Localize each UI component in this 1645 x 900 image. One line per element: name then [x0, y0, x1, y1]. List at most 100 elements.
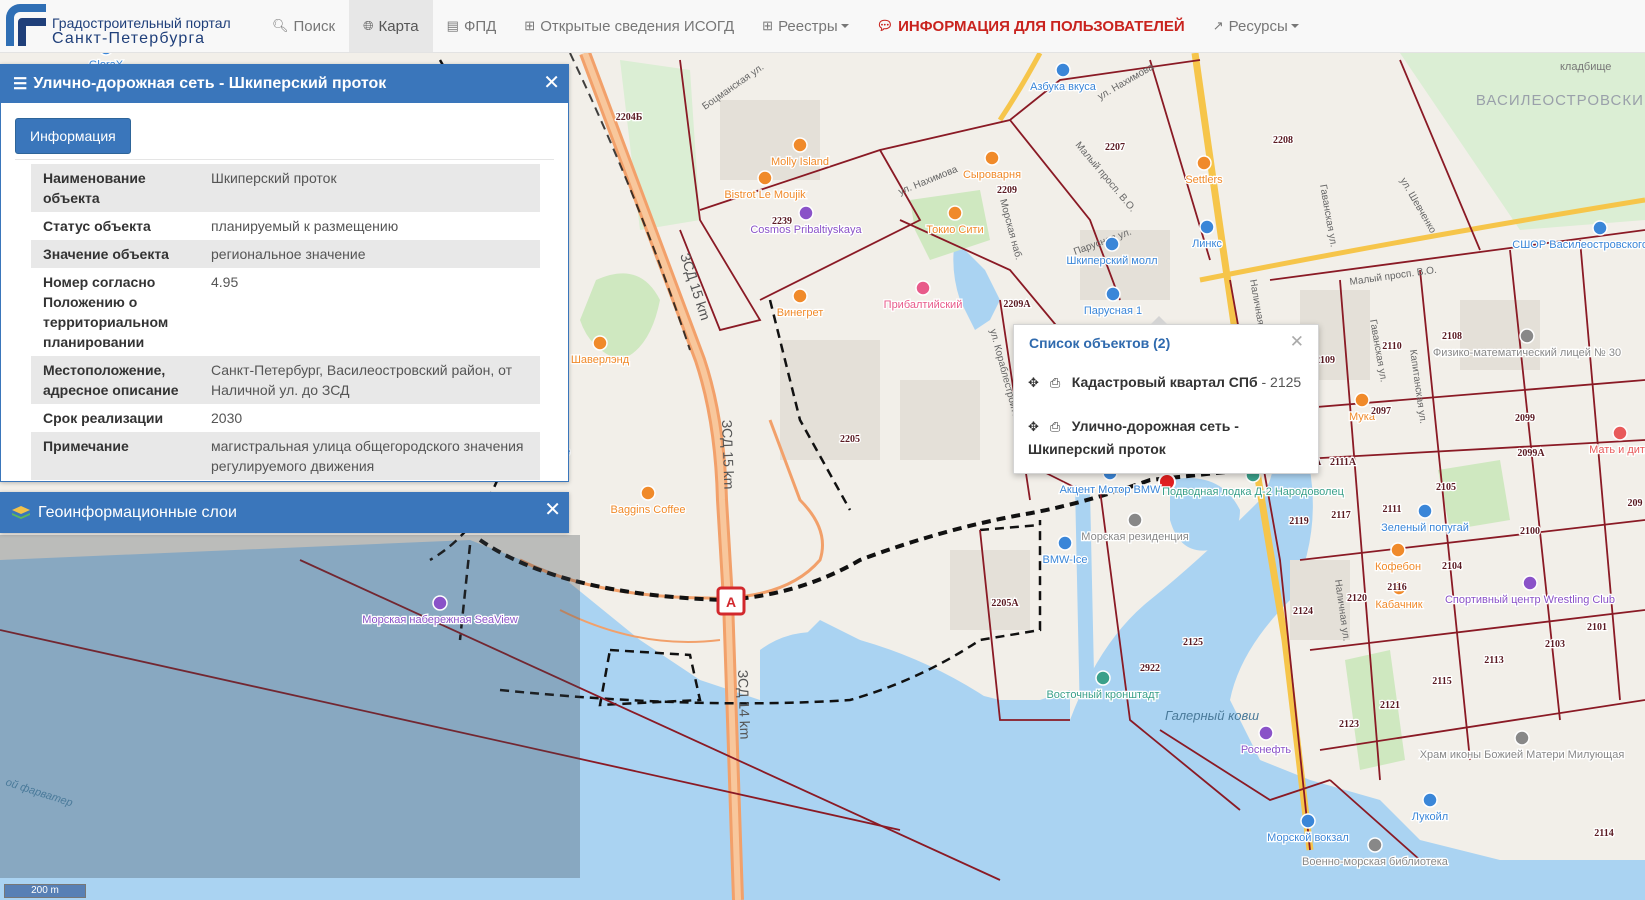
interchange-icon[interactable]: A — [716, 586, 746, 616]
move-icon[interactable]: ✥ — [1028, 416, 1046, 438]
poi-marker-icon[interactable] — [1258, 725, 1274, 741]
quarter-number-label: 2101 — [1587, 622, 1607, 633]
poi-marker-icon[interactable] — [798, 205, 814, 221]
poi-marker-icon[interactable] — [1612, 425, 1628, 441]
poi-label: Cosmos Pribaltiyskaya — [750, 224, 862, 236]
poi-marker-icon[interactable] — [432, 595, 448, 611]
quarter-number-label: 2110 — [1382, 341, 1401, 352]
poi-marker-icon[interactable] — [1300, 813, 1316, 829]
poi-marker-icon[interactable] — [1104, 236, 1120, 252]
poi-marker-icon[interactable] — [1367, 837, 1383, 853]
poi-marker-icon[interactable] — [1592, 220, 1608, 236]
geo-layers-title: Геоинформационные слои — [38, 503, 237, 521]
poi-label: Прибалтийский — [884, 299, 963, 311]
table-row: Значение объекта региональное значение — [31, 240, 540, 268]
property-key: Наименование объекта — [31, 164, 199, 212]
poi-label: Сыроварня — [963, 169, 1021, 181]
property-value: 2030 — [211, 410, 243, 426]
globe-icon: 🌐︎ — [363, 18, 374, 33]
popup-list-item[interactable]: ✥ ⎙ Кадастровый квартал СПб - 2125 — [1028, 371, 1312, 394]
popup-list-item[interactable]: ✥ ⎙ Улично-дорожная сеть - Шкиперский пр… — [1028, 415, 1312, 460]
poi-marker-icon[interactable] — [592, 335, 608, 351]
quarter-number-label: 2115 — [1432, 676, 1451, 687]
poi-label: Восточный кронштадт — [1046, 689, 1159, 701]
quarter-number-label: 2207 — [1105, 142, 1125, 153]
poi-marker-icon[interactable] — [1199, 219, 1215, 235]
chevron-down-icon — [840, 24, 849, 28]
table-icon: ⊞ — [762, 18, 774, 33]
quarter-number-label: 2117 — [1331, 510, 1350, 521]
quarter-number-label: 2120 — [1347, 593, 1367, 604]
poi-marker-icon[interactable] — [1127, 512, 1143, 528]
quarter-number-label: 2099А — [1517, 448, 1545, 459]
poi-marker-icon[interactable] — [984, 150, 1000, 166]
close-icon[interactable]: ✕ — [543, 72, 560, 94]
print-icon[interactable]: ⎙ — [1050, 372, 1068, 394]
property-key: Статус объекта — [43, 218, 151, 234]
poi-marker-icon[interactable] — [1196, 155, 1212, 171]
poi-label: Азбука вкуса — [1030, 81, 1097, 93]
quarter-number-label: 2123 — [1339, 719, 1359, 730]
nav-fpd-label: ФПД — [463, 17, 497, 35]
property-key: Номер согласно Положению о территориальн… — [43, 274, 169, 350]
close-icon[interactable]: ✕ — [544, 499, 561, 521]
poi-label: Лукойл — [1412, 811, 1448, 823]
table-row: Номер согласно Положению о территориальн… — [31, 268, 540, 356]
poi-marker-icon[interactable] — [947, 205, 963, 221]
print-icon[interactable]: ⎙ — [1050, 416, 1068, 438]
poi-marker-icon[interactable] — [1055, 62, 1071, 78]
nav-map[interactable]: 🌐︎ Карта — [349, 0, 433, 52]
poi-label: Molly Island — [771, 156, 829, 168]
nav-resources[interactable]: ↗ Ресурсы — [1199, 0, 1313, 52]
nav-fpd[interactable]: ▤ ФПД — [433, 0, 511, 52]
poi-marker-icon[interactable] — [1057, 535, 1073, 551]
poi-label: Токио Сити — [926, 224, 983, 236]
poi-marker-icon[interactable] — [1390, 542, 1406, 558]
property-value: региональное значение — [199, 240, 540, 268]
geo-layers-panel[interactable]: Геоинформационные слои ✕ — [0, 492, 569, 533]
nav-isogd[interactable]: ⊞ Открытые сведения ИСОГД — [510, 0, 748, 52]
poi-marker-icon[interactable] — [640, 485, 656, 501]
geo-layers-header[interactable]: Геоинформационные слои ✕ — [0, 492, 569, 533]
panel-tabs: Информация — [15, 103, 554, 160]
poi-marker-icon[interactable] — [915, 280, 931, 296]
poi-marker-icon[interactable] — [1417, 503, 1433, 519]
map-scale-bar: 200 m — [4, 884, 86, 898]
nav-registries-label: Реестры — [778, 17, 838, 35]
poi-marker-icon[interactable] — [1519, 328, 1535, 344]
table-row: Статус объекта планируемый к размещению — [31, 212, 540, 240]
move-icon[interactable]: ✥ — [1028, 372, 1046, 394]
poi-marker-icon[interactable] — [792, 137, 808, 153]
chevron-down-icon — [1290, 24, 1299, 28]
quarter-number-label: 2204Б — [616, 112, 643, 123]
nav-user-info[interactable]: 💬︎ ИНФОРМАЦИЯ ДЛЯ ПОЛЬЗОВАТЕЛЕЙ — [863, 0, 1199, 52]
property-key: Значение объекта — [31, 240, 199, 268]
list-icon: ☰ — [13, 76, 28, 93]
quarter-number-label: 2124 — [1293, 606, 1313, 617]
close-icon[interactable]: ✕ — [1290, 332, 1304, 352]
table-row: Срок реализации 2030 — [31, 404, 540, 432]
table-row: Примечание магистральная улица общегород… — [31, 432, 540, 480]
popup-item-number: 2125 — [1270, 374, 1302, 390]
poi-marker-icon[interactable] — [1354, 392, 1370, 408]
poi-marker-icon[interactable] — [1514, 730, 1530, 746]
poi-marker-icon[interactable] — [1095, 670, 1111, 686]
tab-information[interactable]: Информация — [15, 118, 131, 154]
table-row: Местоположение, адресное описание Санкт-… — [31, 356, 540, 404]
poi-marker-icon[interactable] — [1522, 575, 1538, 591]
poi-marker-icon[interactable] — [1105, 286, 1121, 302]
poi-marker-icon[interactable] — [792, 288, 808, 304]
property-value: магистральная улица общегородского значе… — [199, 432, 540, 480]
quarter-number-label: 2111 — [1383, 504, 1402, 515]
poi-marker-icon[interactable] — [1422, 792, 1438, 808]
poi-marker-icon[interactable] — [757, 170, 773, 186]
portal-logo[interactable]: Градостроительный портал Санкт-Петербург… — [0, 0, 240, 52]
nav-registries[interactable]: ⊞ Реестры — [748, 0, 862, 52]
table-row: Наименование объекта Шкиперский проток — [31, 164, 540, 212]
nav-search[interactable]: 🔍︎ Поиск — [258, 0, 349, 52]
popup-title: Список объектов (2) — [1029, 335, 1171, 351]
logo-title-line1: Градостроительный портал — [52, 15, 231, 31]
quarter-number-label: 2205А — [991, 598, 1019, 609]
quarter-number-label: 2114 — [1594, 828, 1613, 839]
poi-label: Подводная лодка Д-2 Народоволец — [1162, 486, 1344, 498]
